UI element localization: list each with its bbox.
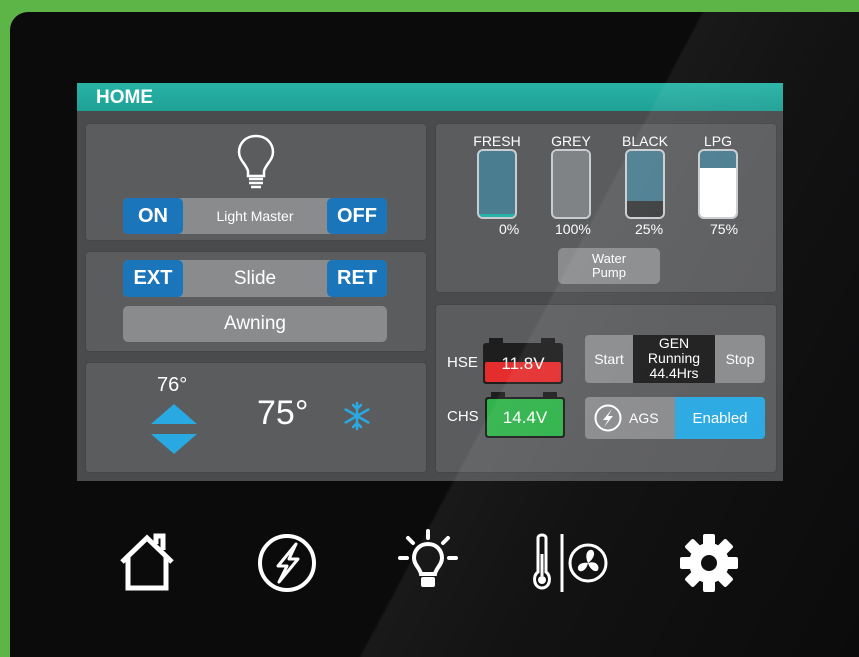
generator-label: GEN — [658, 335, 690, 351]
tank-gauge-fresh — [477, 149, 517, 219]
current-temperature: 75° — [257, 394, 309, 432]
temp-down-arrow-icon[interactable] — [149, 432, 199, 456]
generator-start-button[interactable]: Start — [585, 335, 633, 383]
lights-off-button[interactable]: OFF — [327, 198, 387, 234]
awning-button[interactable]: Awning — [123, 306, 387, 342]
tank-gauge-black — [625, 149, 665, 219]
ags-label: AGS — [629, 410, 659, 426]
setpoint-temperature: 76° — [157, 374, 188, 396]
ags-button[interactable]: AGS — [585, 397, 675, 439]
house-battery-voltage: 11.8V — [501, 354, 545, 373]
water-pump-button[interactable]: Water Pump — [558, 248, 660, 284]
tanks-panel: FRESH GREY BLACK LPG 0% 100% 25% 75% Wat… — [435, 123, 777, 293]
tank-percent-grey: 100% — [555, 221, 591, 237]
tank-label-lpg: LPG — [703, 133, 732, 149]
water-pump-label-line1: Water — [591, 251, 627, 266]
chassis-battery-label: CHS — [447, 408, 479, 425]
generator-status: GEN Running 44.4Hrs — [633, 335, 715, 383]
tank-fill-lpg — [700, 167, 736, 217]
tank-label-fresh: FRESH — [473, 133, 521, 149]
tank-fill-grey — [553, 151, 589, 217]
tank-label-black: BLACK — [622, 133, 668, 149]
title-bar: HOME — [77, 83, 783, 111]
tank-gauge-grey — [551, 149, 591, 219]
climate-panel: 76° 75° — [85, 362, 427, 473]
chassis-battery-voltage: 14.4V — [502, 408, 548, 427]
tank-fill-fresh — [479, 213, 515, 217]
chassis-battery: 14.4V — [485, 392, 565, 438]
tank-fill-black — [627, 200, 663, 217]
generator-hours: 44.4Hrs — [649, 365, 699, 381]
generator-state: Running — [647, 350, 701, 366]
tank-percent-lpg: 75% — [710, 221, 739, 237]
home-screen: HOME ON Light Master OFF EXT Slide RET A… — [77, 83, 783, 481]
water-pump-label-line2: Pump — [592, 265, 626, 280]
ags-power-icon — [594, 404, 622, 432]
home-icon[interactable] — [116, 532, 178, 594]
tank-percent-fresh: 0% — [499, 221, 520, 237]
house-battery-label: HSE — [447, 354, 478, 371]
snowflake-icon — [344, 401, 370, 431]
power-icon[interactable] — [256, 532, 318, 594]
temp-up-arrow-icon[interactable] — [149, 402, 199, 426]
slide-extend-button[interactable]: EXT — [123, 260, 183, 297]
slide-panel: EXT Slide RET Awning — [85, 251, 427, 352]
tank-label-grey: GREY — [551, 133, 591, 149]
power-panel: HSE 11.8V CHS 14.4V Start GEN Running 44… — [435, 304, 777, 473]
climate-fan-icon[interactable] — [528, 530, 612, 596]
light-master-label: Light Master — [216, 208, 294, 224]
settings-icon[interactable] — [678, 532, 740, 594]
tank-percent-black: 25% — [635, 221, 664, 237]
tank-gauge-lpg — [698, 149, 738, 219]
ags-enabled-toggle[interactable]: Enabled — [675, 397, 765, 439]
slide-label: Slide — [233, 267, 277, 289]
slide-retract-button[interactable]: RET — [327, 260, 387, 297]
lights-on-button[interactable]: ON — [123, 198, 183, 234]
lighting-panel: ON Light Master OFF — [85, 123, 427, 241]
generator-stop-button[interactable]: Stop — [715, 335, 765, 383]
light-icon[interactable] — [396, 528, 460, 594]
light-bulb-icon — [237, 134, 275, 189]
device-bezel: HOME ON Light Master OFF EXT Slide RET A… — [10, 12, 859, 657]
page-title: HOME — [96, 87, 153, 108]
house-battery: 11.8V — [483, 338, 563, 384]
